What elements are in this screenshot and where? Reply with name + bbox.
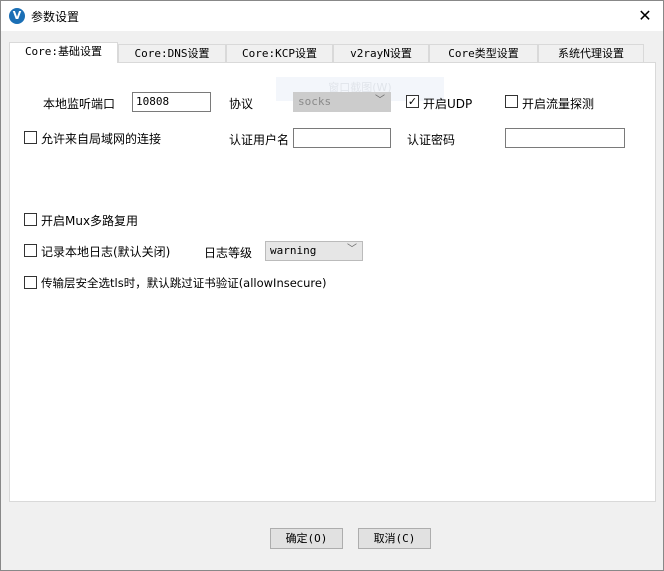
protocol-value: socks	[298, 95, 332, 108]
app-logo-icon: V	[9, 8, 25, 24]
local-port-input[interactable]: 10808	[132, 92, 211, 112]
title-bar: V 参数设置 ✕	[1, 1, 663, 31]
log-label: 记录本地日志(默认关闭)	[41, 245, 171, 259]
auth-pass-input[interactable]	[505, 128, 625, 148]
tab-core-type[interactable]: Core类型设置	[429, 44, 538, 62]
auth-user-input[interactable]	[293, 128, 391, 148]
udp-checkbox[interactable]: ✓	[406, 95, 419, 108]
sniff-checkbox[interactable]	[505, 95, 518, 108]
tab-v2rayn[interactable]: v2rayN设置	[333, 44, 429, 62]
insecure-label: 传输层安全选tls时，默认跳过证书验证(allowInsecure)	[41, 276, 327, 290]
log-level-label: 日志等级	[204, 246, 253, 260]
sniff-label: 开启流量探测	[522, 97, 595, 111]
protocol-select[interactable]: socks ﹀	[293, 92, 391, 112]
protocol-label: 协议	[229, 97, 254, 111]
auth-pass-label: 认证密码	[407, 133, 456, 147]
tab-system-proxy[interactable]: 系统代理设置	[538, 44, 644, 62]
log-level-value: warning	[270, 244, 317, 257]
window-title: 参数设置	[31, 10, 80, 24]
ok-button[interactable]: 确定(O)	[270, 528, 343, 549]
lan-label: 允许来自局域网的连接	[41, 132, 162, 146]
mux-label: 开启Mux多路复用	[41, 214, 139, 228]
tab-core-dns[interactable]: Core:DNS设置	[118, 44, 226, 62]
insecure-checkbox[interactable]	[24, 276, 37, 289]
tab-core-basic[interactable]: Core:基础设置	[9, 42, 118, 63]
tab-core-kcp[interactable]: Core:KCP设置	[226, 44, 333, 62]
log-level-select[interactable]: warning ﹀	[265, 241, 363, 261]
cancel-button[interactable]: 取消(C)	[358, 528, 431, 549]
lan-checkbox[interactable]	[24, 131, 37, 144]
local-port-label: 本地监听端口	[43, 97, 116, 111]
close-icon[interactable]: ✕	[633, 4, 657, 28]
mux-checkbox[interactable]	[24, 213, 37, 226]
chevron-down-icon: ﹀	[375, 95, 385, 106]
chevron-down-icon: ﹀	[347, 244, 357, 255]
udp-label: 开启UDP	[423, 97, 473, 111]
log-checkbox[interactable]	[24, 244, 37, 257]
auth-user-label: 认证用户名	[229, 133, 290, 147]
